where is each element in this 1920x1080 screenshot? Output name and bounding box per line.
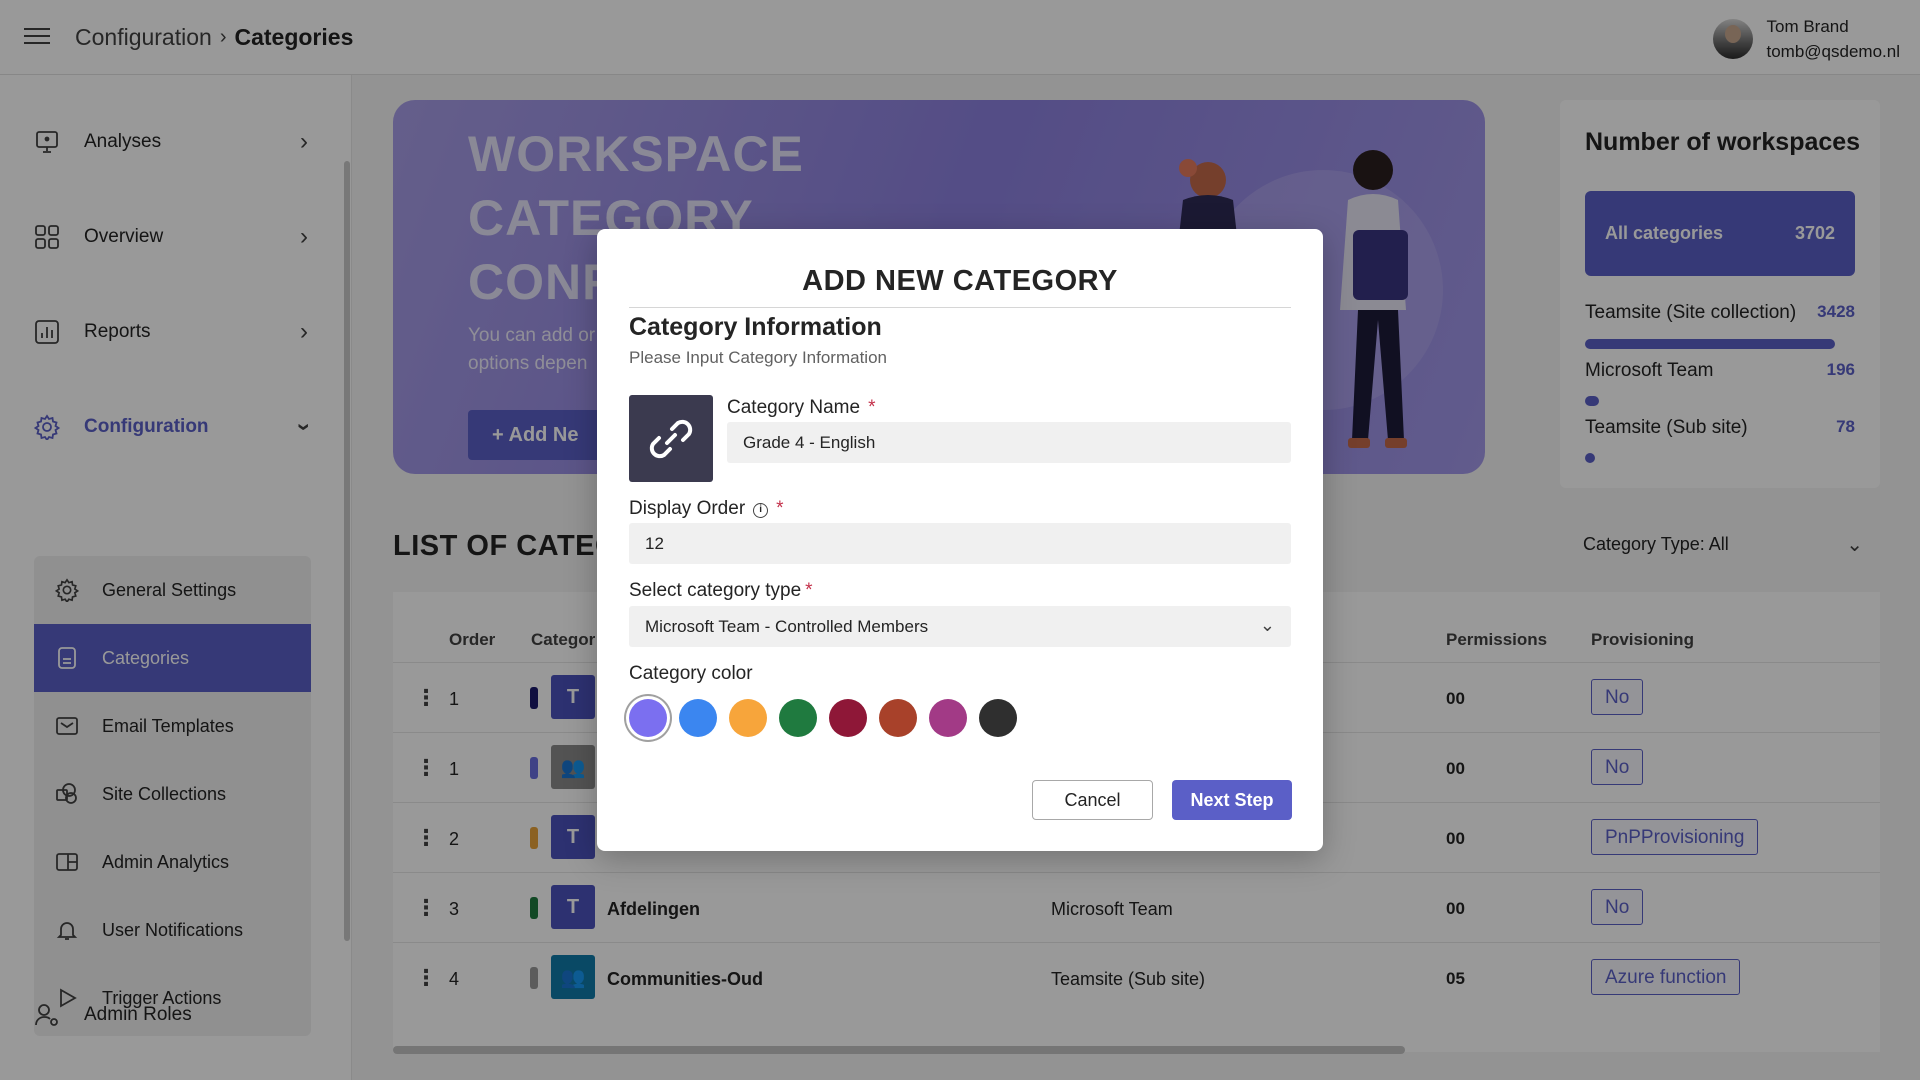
color-swatch[interactable]	[729, 699, 767, 737]
section-subtitle: Please Input Category Information	[629, 348, 887, 367]
category-color-label: Category color	[629, 663, 753, 684]
next-step-button[interactable]: Next Step	[1172, 780, 1292, 820]
dialog-title: ADD NEW CATEGORY	[802, 265, 1118, 297]
category-type-label: Select category type *	[629, 580, 813, 601]
divider	[629, 307, 1291, 308]
color-swatch[interactable]	[979, 699, 1017, 737]
color-swatch[interactable]	[779, 699, 817, 737]
link-icon	[649, 419, 693, 458]
category-type-select[interactable]: Microsoft Team - Controlled Members ⌄	[629, 606, 1291, 647]
display-order-field[interactable]: 12	[629, 523, 1291, 564]
color-swatch[interactable]	[629, 699, 667, 737]
category-icon-picker[interactable]	[629, 395, 713, 482]
chevron-down-icon: ⌄	[1259, 615, 1275, 635]
category-name-label: Category Name *	[727, 397, 876, 418]
color-swatch[interactable]	[879, 699, 917, 737]
section-title: Category Information	[629, 313, 882, 341]
color-swatches	[629, 699, 1029, 737]
info-icon[interactable]: i	[753, 503, 769, 518]
display-order-label: Display Order i *	[629, 498, 784, 519]
category-name-field[interactable]: Grade 4 - English	[727, 422, 1291, 463]
color-swatch[interactable]	[679, 699, 717, 737]
color-swatch[interactable]	[829, 699, 867, 737]
add-category-dialog: ADD NEW CATEGORY Category Information Pl…	[597, 229, 1323, 851]
color-swatch[interactable]	[929, 699, 967, 737]
cancel-button[interactable]: Cancel	[1032, 780, 1153, 820]
